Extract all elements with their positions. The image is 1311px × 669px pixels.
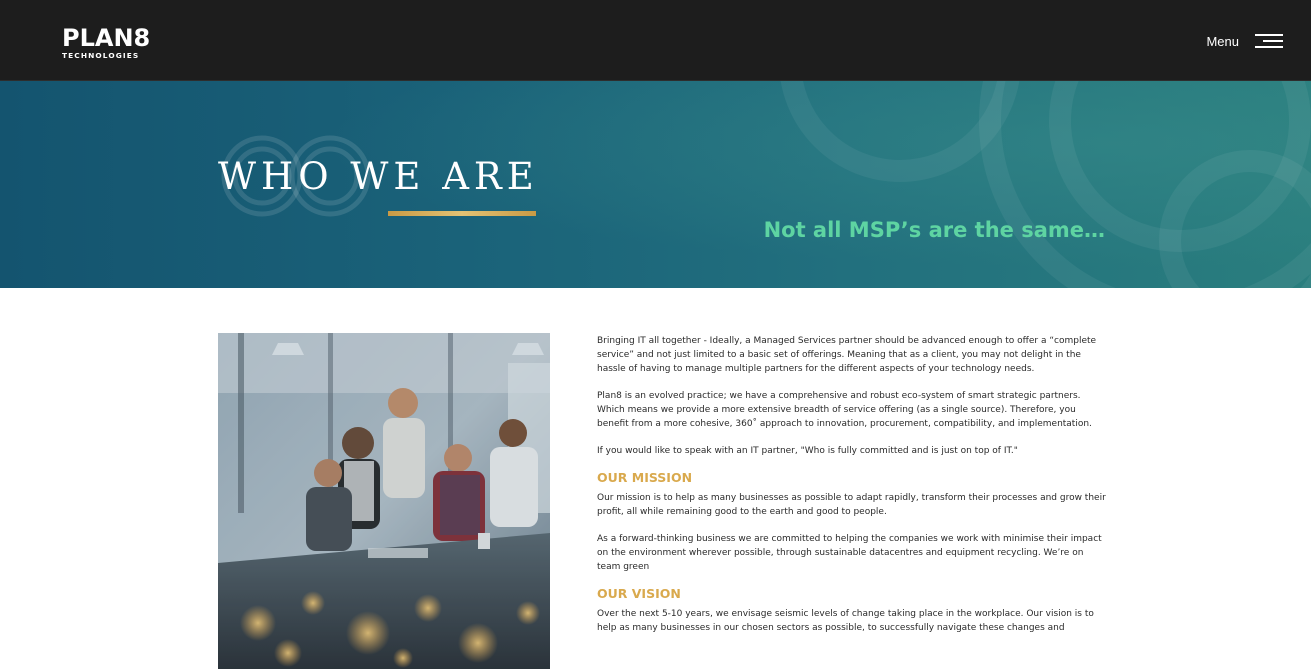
about-content: Bringing IT all together - Ideally, a Ma… bbox=[597, 334, 1109, 648]
vision-heading: OUR VISION bbox=[597, 586, 681, 601]
hamburger-icon bbox=[1255, 34, 1283, 48]
team-meeting-photo bbox=[218, 333, 550, 669]
hero-banner: WHO WE ARE Not all MSP’s are the same… bbox=[0, 81, 1311, 288]
menu-button[interactable]: Menu bbox=[1206, 31, 1283, 51]
vision-paragraph: Over the next 5-10 years, we envisage se… bbox=[597, 609, 1094, 633]
intro-paragraph: Plan8 is an evolved practice; we have a … bbox=[597, 391, 1092, 429]
intro-paragraph: Bringing IT all together - Ideally, a Ma… bbox=[597, 336, 1097, 374]
mission-paragraph: As a forward-thinking business we are co… bbox=[597, 534, 1102, 572]
page-title: WHO WE ARE bbox=[218, 155, 539, 198]
mission-heading: OUR MISSION bbox=[597, 470, 693, 485]
logo-subtitle: TECHNOLOGIES bbox=[62, 51, 140, 60]
plan8-logo[interactable]: PLAN8 TECHNOLOGIES bbox=[62, 25, 150, 60]
mission-paragraph: Our mission is to help as many businesse… bbox=[597, 493, 1106, 517]
intro-paragraph: If you would like to speak with an IT pa… bbox=[597, 446, 1018, 456]
site-header: PLAN8 TECHNOLOGIES Menu bbox=[0, 0, 1311, 81]
hero-background-pattern bbox=[0, 81, 1311, 288]
title-underline bbox=[388, 211, 536, 216]
hero-tagline: Not all MSP’s are the same… bbox=[763, 218, 1105, 242]
menu-label: Menu bbox=[1206, 33, 1239, 49]
logo-wordmark: PLAN8 bbox=[62, 24, 151, 52]
